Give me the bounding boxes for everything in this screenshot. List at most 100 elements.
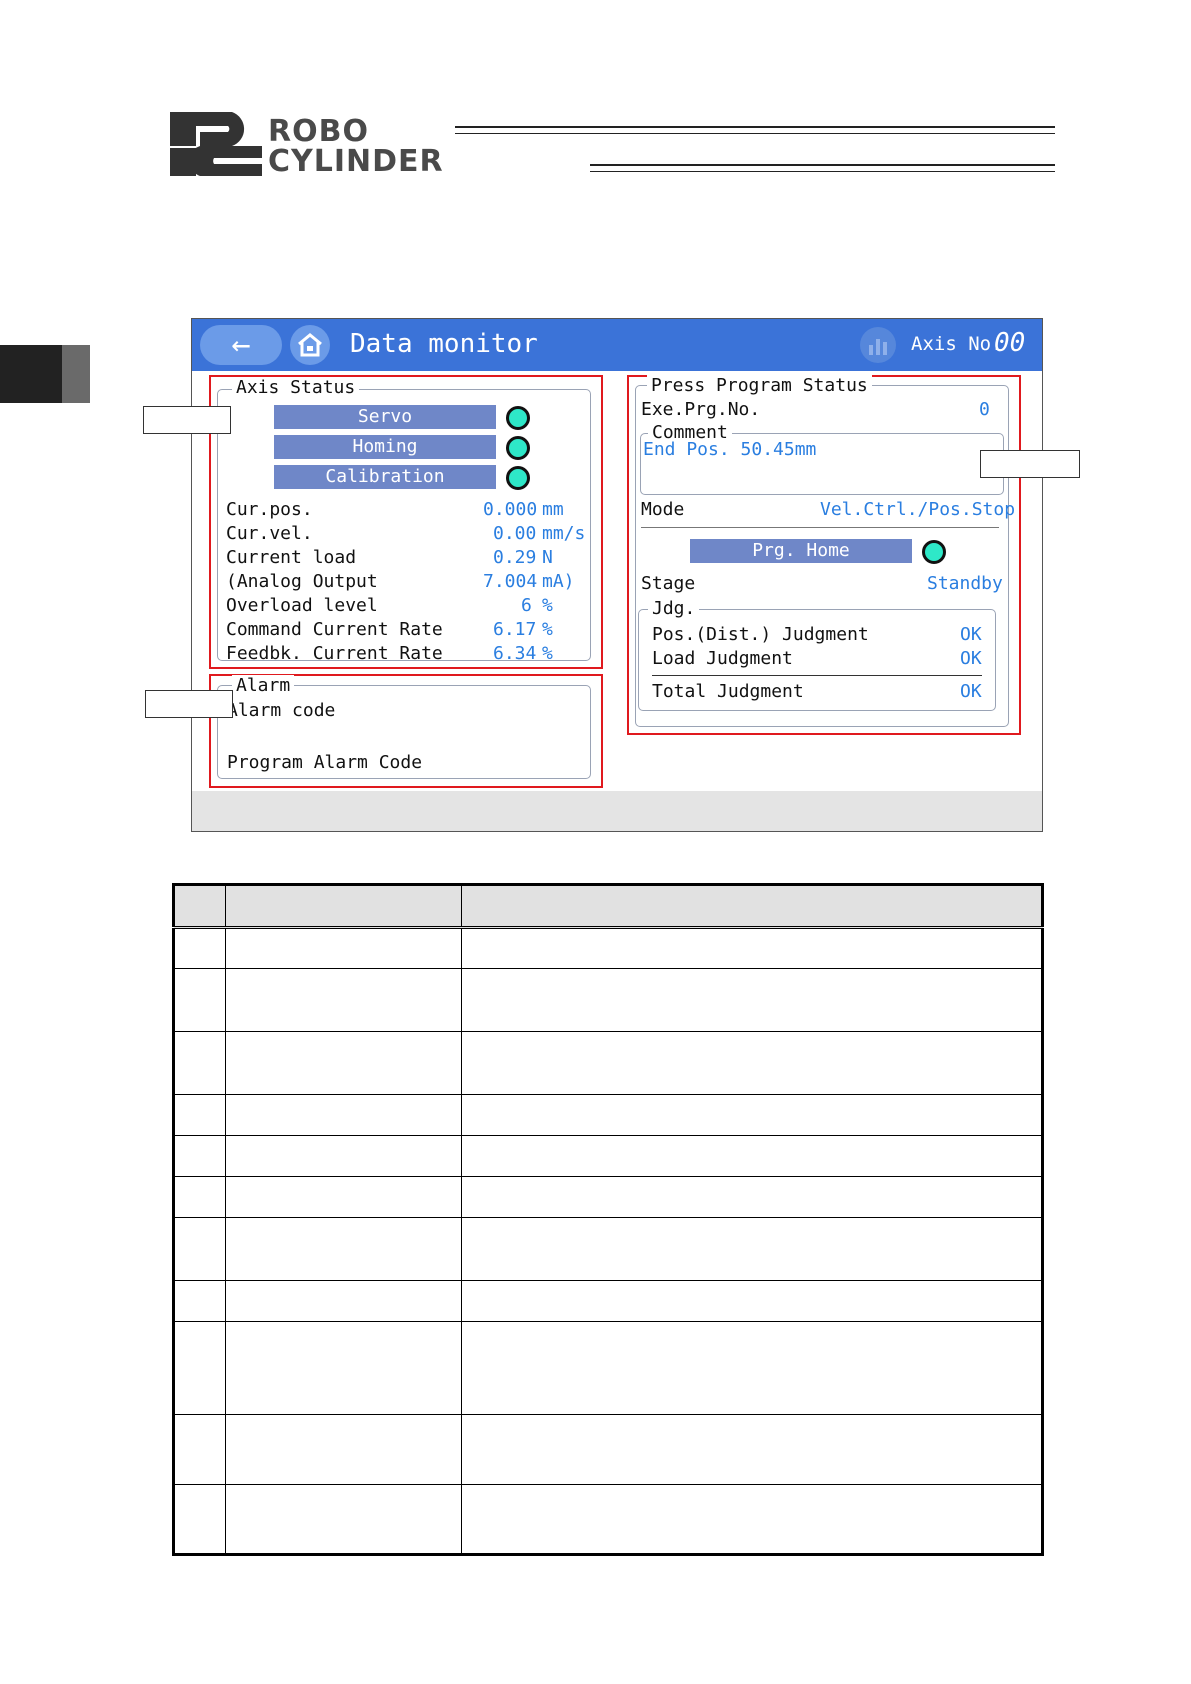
table-cell bbox=[225, 1031, 462, 1095]
table-cell bbox=[225, 927, 462, 969]
chapter-tab-shade bbox=[62, 345, 90, 403]
page-title: Data monitor bbox=[350, 329, 538, 359]
pos-dist-judgment-value: OK bbox=[960, 624, 982, 645]
pos-dist-judgment-label: Pos.(Dist.) Judgment bbox=[652, 624, 869, 645]
table-cell bbox=[173, 1176, 226, 1218]
table-row bbox=[173, 1135, 1043, 1177]
analog-output-label: (Analog Output bbox=[226, 571, 378, 592]
table-cell bbox=[173, 927, 226, 969]
table-cell bbox=[225, 1217, 462, 1281]
current-load-value: 0.29 bbox=[493, 547, 537, 568]
axis-no-label: Axis No. bbox=[911, 333, 1003, 355]
current-load-unit: N bbox=[542, 547, 553, 568]
table-cell bbox=[461, 1321, 1043, 1415]
logo-word-cylinder: CYLINDER bbox=[268, 144, 444, 179]
cur-pos-value: 0.000 bbox=[483, 499, 538, 520]
table-cell bbox=[225, 1135, 462, 1177]
total-judgment-label: Total Judgment bbox=[652, 681, 804, 702]
total-judgment-value: OK bbox=[960, 681, 982, 702]
data-monitor-screen: ← Data monitor Axis No. 00 Axis Status S… bbox=[191, 318, 1043, 832]
table-cell bbox=[225, 1094, 462, 1136]
table-cell bbox=[461, 968, 1043, 1032]
cur-pos-unit: mm bbox=[542, 499, 564, 520]
table-cell bbox=[461, 1031, 1043, 1095]
table-header-cell bbox=[225, 884, 462, 929]
table-row bbox=[173, 1217, 1043, 1281]
table-row bbox=[173, 1484, 1043, 1555]
feedbk-current-rate-unit: % bbox=[542, 643, 553, 664]
table-header-cell bbox=[173, 884, 226, 929]
title-bar: ← Data monitor Axis No. 00 bbox=[192, 319, 1042, 371]
mode-value: Vel.Ctrl./Pos.Stop bbox=[820, 499, 1016, 520]
table-row bbox=[173, 1280, 1043, 1322]
table-cell bbox=[225, 1176, 462, 1218]
overload-level-value: 6 bbox=[521, 595, 532, 616]
command-current-rate-label: Command Current Rate bbox=[226, 619, 443, 640]
table-row bbox=[173, 1031, 1043, 1095]
table-cell bbox=[173, 1414, 226, 1485]
analog-output-value: 7.004 bbox=[483, 571, 538, 592]
command-current-rate-unit: % bbox=[542, 619, 553, 640]
feedbk-current-rate-label: Feedbk. Current Rate bbox=[226, 643, 443, 664]
load-judgment-value: OK bbox=[960, 648, 982, 669]
chapter-tab bbox=[0, 345, 62, 403]
table-header-cell bbox=[461, 884, 1043, 929]
load-judgment-label: Load Judgment bbox=[652, 648, 793, 669]
overload-level-unit: % bbox=[542, 595, 553, 616]
jdg-title: Jdg. bbox=[648, 598, 700, 619]
table-cell bbox=[225, 1321, 462, 1415]
table-cell bbox=[461, 1094, 1043, 1136]
program-alarm-code-label: Program Alarm Code bbox=[227, 752, 423, 773]
current-load-label: Current load bbox=[226, 547, 357, 568]
table-cell bbox=[461, 1217, 1043, 1281]
servo-lamp bbox=[506, 406, 530, 430]
comment-text: End Pos. 50.45mm bbox=[643, 439, 817, 460]
table-cell bbox=[461, 1135, 1043, 1177]
prg-home-lamp bbox=[922, 540, 946, 564]
cur-vel-unit: mm/s bbox=[542, 523, 586, 544]
logo-rule-top bbox=[455, 126, 1055, 134]
homing-lamp bbox=[506, 436, 530, 460]
alarm-title: Alarm bbox=[232, 675, 295, 696]
mode-label: Mode bbox=[641, 499, 685, 520]
axis-status-title: Axis Status bbox=[232, 377, 360, 398]
home-button[interactable] bbox=[290, 325, 330, 365]
homing-bar: Homing bbox=[274, 435, 496, 459]
chart-button[interactable] bbox=[860, 327, 896, 363]
press-program-title: Press Program Status bbox=[647, 375, 872, 396]
bar-chart-icon bbox=[869, 339, 887, 355]
cur-vel-label: Cur.vel. bbox=[226, 523, 313, 544]
calibration-lamp bbox=[506, 466, 530, 490]
table-cell bbox=[225, 968, 462, 1032]
table-header-row bbox=[173, 884, 1043, 929]
command-current-rate-value: 6.17 bbox=[493, 619, 537, 640]
table-cell bbox=[461, 1176, 1043, 1218]
rc-logo-mark bbox=[170, 112, 262, 176]
table-cell bbox=[225, 1484, 462, 1555]
table-cell bbox=[225, 1414, 462, 1485]
home-icon bbox=[298, 333, 322, 357]
table-cell bbox=[173, 1321, 226, 1415]
table-row bbox=[173, 1321, 1043, 1415]
arrow-left-icon: ← bbox=[231, 325, 251, 363]
callout-box-2 bbox=[145, 690, 233, 718]
table-cell bbox=[173, 1031, 226, 1095]
overload-level-label: Overload level bbox=[226, 595, 378, 616]
table-cell bbox=[461, 1484, 1043, 1555]
callout-box-1 bbox=[143, 406, 231, 434]
table-cell bbox=[461, 1414, 1043, 1485]
axis-no-value[interactable]: 00 bbox=[994, 328, 1025, 358]
callout-box-3 bbox=[980, 450, 1080, 478]
table-row bbox=[173, 1176, 1043, 1218]
table-row bbox=[173, 1414, 1043, 1485]
logo-rule-bottom bbox=[590, 164, 1055, 172]
back-button[interactable]: ← bbox=[200, 325, 282, 365]
table-cell bbox=[173, 1484, 226, 1555]
alarm-code-label: Alarm code bbox=[227, 700, 336, 721]
calibration-bar: Calibration bbox=[274, 465, 496, 489]
table-cell bbox=[173, 1280, 226, 1322]
table-row bbox=[173, 968, 1043, 1032]
feedbk-current-rate-value: 6.34 bbox=[493, 643, 537, 664]
total-divider bbox=[652, 675, 982, 676]
stage-label: Stage bbox=[641, 573, 696, 594]
